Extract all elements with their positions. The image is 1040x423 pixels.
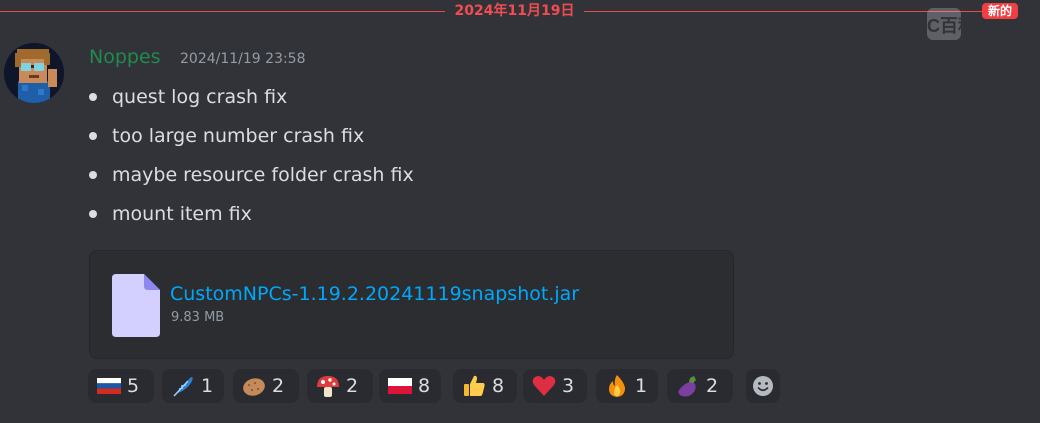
reaction-heart[interactable]: 3 <box>523 369 587 403</box>
list-item: mount item fix <box>88 198 414 237</box>
reaction-count: 5 <box>127 375 140 397</box>
reaction-thumbs-up[interactable]: 8 <box>453 369 517 403</box>
reaction-count: 1 <box>635 375 648 397</box>
divider-line-right <box>584 11 982 12</box>
reaction-count: 8 <box>418 375 431 397</box>
reaction-feather[interactable]: 1 <box>162 369 224 403</box>
list-item: maybe resource folder crash fix <box>88 159 414 198</box>
list-item-text: maybe resource folder crash fix <box>112 164 414 186</box>
avatar[interactable] <box>4 43 64 103</box>
date-divider: 2024年11月19日 <box>0 3 1040 19</box>
file-download-link[interactable]: CustomNPCs-1.19.2.20241119snapshot.jar <box>170 280 579 308</box>
bullet-dot <box>89 171 97 179</box>
reaction-russia-flag[interactable]: 5 <box>88 369 154 403</box>
list-item-text: quest log crash fix <box>112 86 288 108</box>
file-icon <box>112 274 160 337</box>
bullet-dot <box>89 132 97 140</box>
list-item: too large number crash fix <box>88 120 414 159</box>
watermark-logo: MC百科 <box>912 5 1035 45</box>
bullet-dot <box>89 93 97 101</box>
thumbs-up-icon <box>464 375 485 396</box>
reaction-mushroom[interactable]: 2 <box>307 369 373 403</box>
fire-icon <box>609 375 625 397</box>
potato-icon <box>243 378 265 396</box>
divider-line-left <box>0 11 445 12</box>
reaction-eggplant[interactable]: 2 <box>667 369 733 403</box>
list-item-text: mount item fix <box>112 203 252 225</box>
svg-text:MC百科: MC百科 <box>927 15 976 36</box>
reaction-potato[interactable]: 2 <box>233 369 299 403</box>
file-size: 9.83 MB <box>171 310 225 325</box>
add-reaction-button[interactable] <box>746 369 780 403</box>
reaction-fire[interactable]: 1 <box>596 369 658 403</box>
smile-icon <box>753 376 773 396</box>
divider-date: 2024年11月19日 <box>454 3 575 19</box>
red-heart-icon <box>532 376 556 396</box>
file-attachment: CustomNPCs-1.19.2.20241119snapshot.jar 9… <box>89 250 734 359</box>
eggplant-icon <box>678 376 696 397</box>
bullet-dot <box>89 210 97 218</box>
poland-flag-icon <box>388 378 412 394</box>
avatar-image <box>4 43 64 103</box>
reaction-count: 2 <box>706 375 719 397</box>
blue-feather-icon <box>173 377 193 397</box>
changelog-list: quest log crash fix too large number cra… <box>88 81 414 237</box>
list-item: quest log crash fix <box>88 81 414 120</box>
message-timestamp: 2024/11/19 23:58 <box>180 51 306 67</box>
reaction-count: 3 <box>562 375 575 397</box>
reaction-count: 8 <box>492 375 505 397</box>
reaction-count: 2 <box>272 375 285 397</box>
russia-flag-icon <box>97 378 121 394</box>
mushroom-icon <box>317 376 339 397</box>
reaction-count: 2 <box>346 375 359 397</box>
author-name[interactable]: Noppes <box>89 44 161 70</box>
list-item-text: too large number crash fix <box>112 125 365 147</box>
reaction-poland-flag[interactable]: 8 <box>379 369 441 403</box>
reaction-count: 1 <box>201 375 214 397</box>
